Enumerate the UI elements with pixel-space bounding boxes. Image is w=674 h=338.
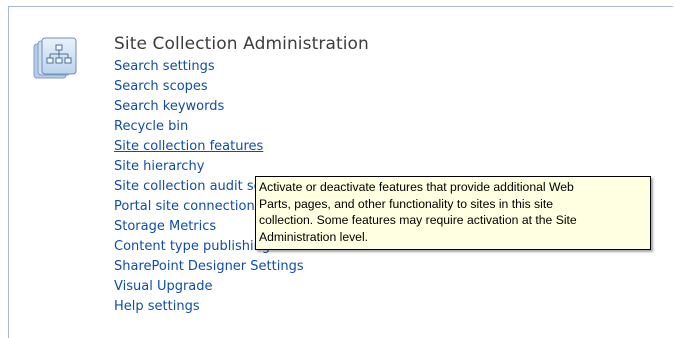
link-help-settings[interactable]: Help settings xyxy=(114,299,200,314)
link-storage-metrics[interactable]: Storage Metrics xyxy=(114,219,216,234)
link-content-type-publishing[interactable]: Content type publishing xyxy=(114,239,270,254)
list-item: Site collection features xyxy=(114,138,304,158)
list-item: Help settings xyxy=(114,298,304,318)
link-site-hierarchy[interactable]: Site hierarchy xyxy=(114,159,204,174)
link-sharepoint-designer-settings[interactable]: SharePoint Designer Settings xyxy=(114,259,304,274)
link-recycle-bin[interactable]: Recycle bin xyxy=(114,119,188,134)
link-visual-upgrade[interactable]: Visual Upgrade xyxy=(114,279,213,294)
link-portal-site-connection[interactable]: Portal site connection xyxy=(114,199,255,214)
link-site-collection-features[interactable]: Site collection features xyxy=(114,139,263,154)
site-hierarchy-icon xyxy=(32,36,80,84)
section-title: Site Collection Administration xyxy=(114,34,369,54)
list-item: SharePoint Designer Settings xyxy=(114,258,304,278)
list-item: Search settings xyxy=(114,58,304,78)
feature-tooltip: Activate or deactivate features that pro… xyxy=(255,176,651,250)
page-content-area xyxy=(8,6,673,338)
list-item: Search scopes xyxy=(114,78,304,98)
link-search-scopes[interactable]: Search scopes xyxy=(114,79,208,94)
list-item: Recycle bin xyxy=(114,118,304,138)
list-item: Search keywords xyxy=(114,98,304,118)
link-search-settings[interactable]: Search settings xyxy=(114,59,215,74)
list-item: Site hierarchy xyxy=(114,158,304,178)
list-item: Visual Upgrade xyxy=(114,278,304,298)
link-search-keywords[interactable]: Search keywords xyxy=(114,99,224,114)
